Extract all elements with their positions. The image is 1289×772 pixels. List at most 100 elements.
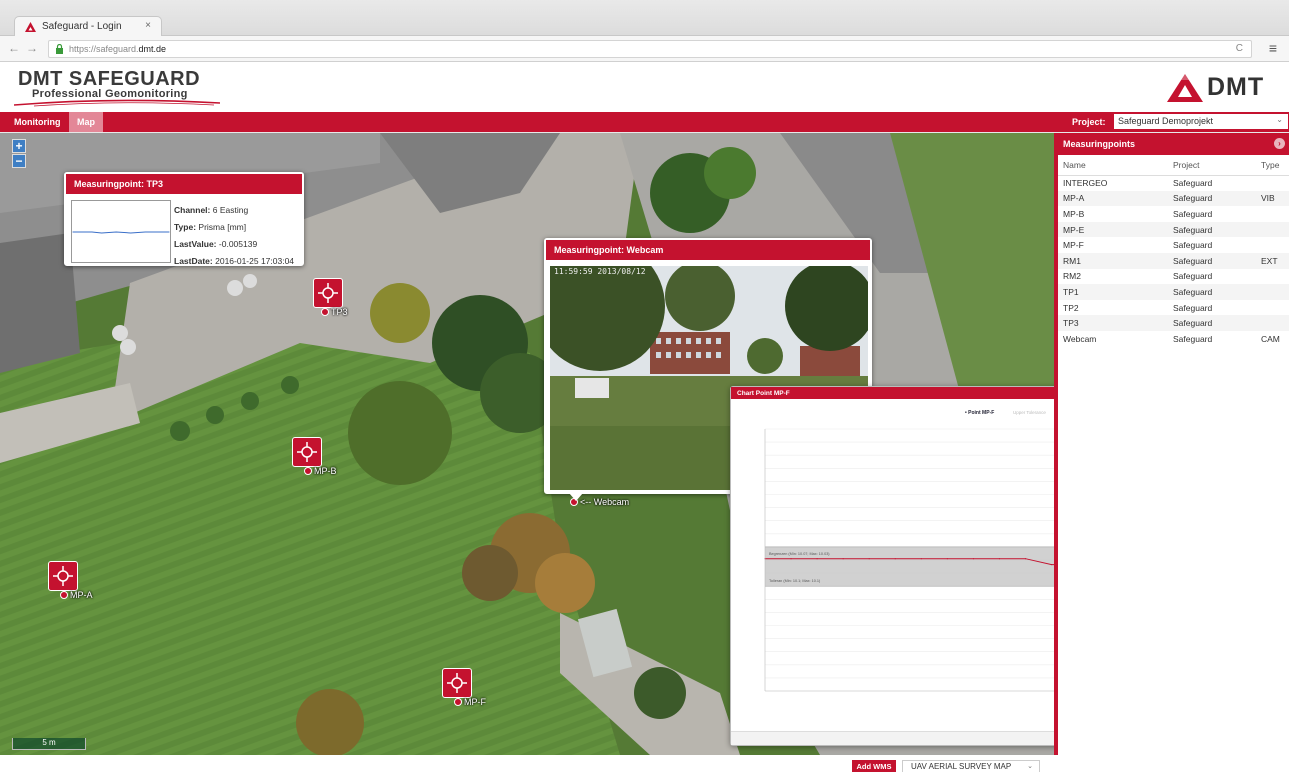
bottom-bar — [0, 755, 1289, 772]
dmt-logo: DMT — [1167, 73, 1279, 102]
band-label-lower: Tolleran (Min: 10.1; Max: 10.1) — [769, 579, 821, 583]
type-value: Prisma [mm] — [198, 222, 247, 232]
project-select[interactable]: Safeguard Demoprojekt ⌄ — [1114, 114, 1288, 129]
zoom-in-button[interactable]: + — [12, 139, 26, 153]
cell-name: Webcam — [1063, 333, 1097, 344]
cell-project: Safeguard — [1173, 240, 1213, 251]
marker-label-text: TP3 — [331, 307, 348, 317]
table-row[interactable]: TP2 Safeguard — [1058, 300, 1289, 316]
cell-name: MP-F — [1063, 240, 1084, 251]
app-root: Safeguard - Login × ← → https://safeguar… — [0, 0, 1289, 772]
chevron-down-icon: ⌄ — [1027, 763, 1033, 770]
cell-type: CAM — [1261, 333, 1280, 344]
reload-icon[interactable]: C — [1236, 43, 1243, 54]
zoom-control: + − — [12, 139, 26, 169]
cell-project: Safeguard — [1168, 284, 1261, 300]
lock-icon — [56, 44, 63, 54]
channel-label: Channel: — [174, 205, 211, 215]
data-point — [946, 558, 948, 560]
app-header: DMT SAFEGUARD Professional Geomonitoring… — [0, 62, 1289, 112]
marker-mp-a[interactable] — [48, 561, 78, 591]
url-domain: dmt.de — [138, 44, 167, 54]
data-point — [972, 558, 975, 560]
tab-close-icon[interactable]: × — [145, 20, 151, 31]
cell-project: Safeguard — [1173, 333, 1213, 344]
table-row[interactable]: Webcam Safeguard CAM — [1058, 331, 1289, 347]
marker-label-mp-f: MP-F — [454, 697, 486, 707]
measuringpoints-table: Name Project Type INTERGEO Safeguard MP-A S… — [1058, 155, 1289, 347]
cell-project: Safeguard — [1168, 252, 1261, 269]
project-select-value: Safeguard Demoprojekt — [1118, 116, 1214, 126]
table-row[interactable]: MP-E Safeguard — [1058, 221, 1289, 238]
data-point — [816, 558, 818, 560]
data-point — [920, 558, 922, 560]
dmt-favicon-icon — [25, 22, 36, 32]
map-layer-value: UAV AERIAL SURVEY MAP — [911, 762, 1012, 771]
data-point — [790, 558, 792, 560]
channel-value: 6 Easting — [212, 205, 249, 215]
data-point — [1050, 563, 1053, 566]
type-label: Type: — [174, 222, 197, 232]
data-point — [868, 558, 870, 560]
col-type[interactable]: Type — [1261, 155, 1289, 176]
nav-monitoring[interactable]: Monitoring — [6, 112, 69, 132]
survey-point-icon — [318, 283, 338, 303]
tab-title: Safeguard - Login — [42, 21, 122, 32]
marker-mp-b[interactable] — [292, 437, 322, 467]
band-label-upper: Begrenzen (Min: 10.07; Max: 10.03) — [769, 552, 830, 556]
cell-type — [1261, 175, 1289, 191]
cell-project: Safeguard — [1173, 271, 1213, 282]
table-row[interactable]: RM2 Safeguard — [1058, 269, 1289, 285]
marker-tp3[interactable] — [313, 278, 343, 308]
cell-project: Safeguard — [1168, 190, 1261, 207]
add-wms-button[interactable]: Add WMS — [852, 760, 896, 772]
cell-type — [1261, 206, 1289, 222]
browser-tabbar: Safeguard - Login × — [0, 0, 1289, 37]
table-row[interactable]: MP-F Safeguard — [1058, 237, 1289, 253]
project-label: Project: — [1072, 117, 1106, 127]
nav-map[interactable]: Map — [69, 112, 103, 132]
table-row[interactable]: TP3 Safeguard — [1058, 315, 1289, 331]
scale-bar: 5 m — [12, 738, 86, 750]
legend-item-tolerance: Upper Tolerance — [1013, 410, 1046, 415]
cell-type — [1261, 315, 1289, 331]
cell-name: MP-A — [1058, 190, 1168, 207]
address-bar: ← → https://safeguard.dmt.de C ≡ — [0, 36, 1289, 62]
marker-label-text: MP-F — [464, 697, 486, 707]
forward-arrow-icon[interactable]: → — [26, 41, 38, 55]
marker-label-text: MP-A — [70, 590, 93, 600]
cell-project: Safeguard — [1173, 208, 1213, 219]
survey-point-icon — [297, 442, 317, 462]
table-row[interactable]: MP-B Safeguard — [1058, 206, 1289, 222]
table-row[interactable]: TP1 Safeguard — [1058, 284, 1289, 300]
marker-dot-icon — [60, 591, 68, 599]
back-arrow-icon[interactable]: ← — [8, 41, 20, 55]
cell-type — [1261, 221, 1289, 238]
url-field[interactable]: https://safeguard.dmt.de C — [48, 40, 1252, 58]
url-prefix: https://safeguard. — [69, 44, 139, 54]
collapse-arrow-icon[interactable]: › — [1274, 138, 1285, 149]
brand-swoosh — [14, 99, 220, 107]
survey-point-icon — [447, 673, 467, 693]
marker-label-text: Webcam — [593, 497, 630, 507]
tp3-sparkline — [71, 200, 171, 263]
map-layer-select[interactable]: UAV AERIAL SURVEY MAP ⌄ — [902, 760, 1040, 772]
cell-name: MP-E — [1058, 221, 1168, 238]
cell-name: TP2 — [1063, 302, 1079, 313]
tp3-popup: Measuringpoint: TP3 Channel: 6 Easting T… — [64, 172, 304, 266]
marker-dot-icon — [321, 308, 329, 316]
zoom-out-button[interactable]: − — [12, 154, 26, 168]
table-row[interactable]: MP-A Safeguard VIB — [1058, 190, 1289, 207]
table-row[interactable]: RM1 Safeguard EXT — [1058, 252, 1289, 269]
col-name[interactable]: Name — [1058, 155, 1168, 176]
marker-label-text: MP-B — [314, 466, 337, 476]
data-point — [842, 558, 844, 560]
col-project[interactable]: Project — [1168, 155, 1261, 176]
browser-tab[interactable]: Safeguard - Login × — [14, 16, 162, 37]
main-nav: Monitoring Map Project: Safeguard Demopr… — [0, 112, 1289, 132]
browser-menu-icon[interactable]: ≡ — [1269, 40, 1277, 56]
marker-mp-f[interactable] — [442, 668, 472, 698]
table-row[interactable]: INTERGEO Safeguard — [1058, 175, 1289, 191]
cell-type — [1261, 284, 1289, 300]
cell-name: INTERGEO — [1063, 178, 1108, 189]
